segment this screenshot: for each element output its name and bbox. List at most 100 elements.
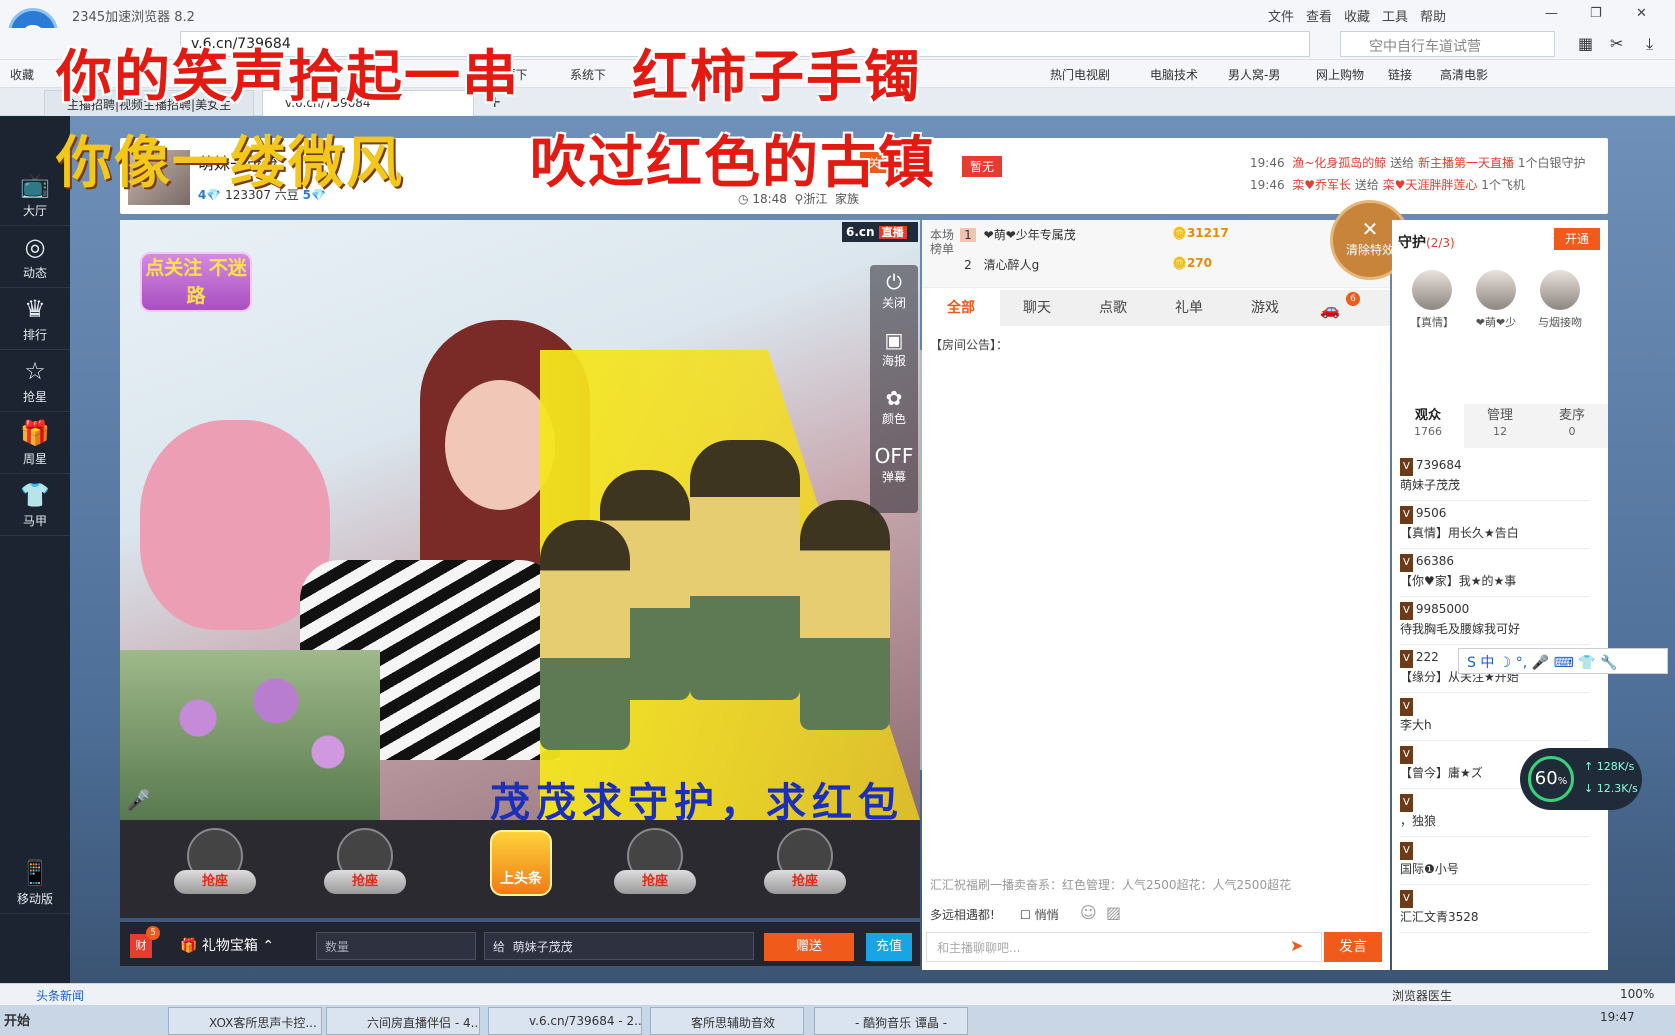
menu-view[interactable]: 查看 <box>1306 6 1332 25</box>
chat-tab[interactable]: 礼单 <box>1150 290 1228 326</box>
nav-label: 移动版 <box>16 892 53 906</box>
fav-item[interactable]: 收藏 <box>10 66 34 83</box>
menu-file[interactable]: 文件 <box>1268 6 1294 25</box>
level-badge: V <box>1400 506 1413 524</box>
audience-tab[interactable]: 管理 12 <box>1464 404 1536 448</box>
fav-item[interactable]: 高清电影 <box>1440 66 1488 83</box>
rank-row[interactable]: 2 清心醉人g 🪙270 <box>960 256 1380 273</box>
news-link[interactable]: 头条新闻 <box>36 987 84 1004</box>
nav-label: 排行 <box>22 328 47 342</box>
video-control[interactable]: OFF 弹幕 <box>870 444 918 485</box>
list-item[interactable]: V 汇汇文青3528 <box>1400 888 1590 933</box>
to-all-select[interactable]: 多远相遇都! <box>930 906 995 923</box>
nav-item[interactable]: 📱 移动版 <box>0 848 70 914</box>
grab-seat[interactable]: 抢座 <box>610 828 700 910</box>
grab-seat[interactable]: 抢座 <box>320 828 410 910</box>
feed-to[interactable]: 栾♥天涯胖胖莲心 <box>1383 178 1478 192</box>
minimize-icon[interactable]: — <box>1545 6 1558 21</box>
taskbar-item[interactable]: v.6.cn/739684 - 2... <box>488 1007 642 1035</box>
gift-feed-row: 19:46 渔~化身孤岛的鲸 送给 新主播第一天直播 1个白银守护 <box>1250 154 1585 171</box>
fav-item[interactable]: 网上购物 <box>1316 66 1364 83</box>
video-control[interactable]: ✿ 颜色 <box>870 386 918 427</box>
scissors-icon[interactable]: ✂ <box>1610 34 1623 53</box>
chat-input[interactable]: 和主播聊聊吧... <box>926 932 1322 962</box>
list-item[interactable]: V 李大h <box>1400 696 1590 741</box>
taskbar-item[interactable]: XOX客所思声卡控... <box>168 1007 322 1035</box>
lyric-line1-a: 你的笑声拾起一串 <box>56 44 520 110</box>
chat-tab[interactable]: 全部 <box>922 290 1000 326</box>
send-arrow-icon[interactable]: ➤ <box>1290 936 1303 955</box>
chat-tab[interactable]: 游戏 <box>1226 290 1304 326</box>
microphone-icon[interactable]: 🎤 <box>126 788 151 812</box>
audience-tab-count: 0 <box>1568 425 1576 438</box>
menu-favorites[interactable]: 收藏 <box>1344 6 1370 25</box>
grab-seat[interactable]: 抢座 <box>760 828 850 910</box>
fav-item[interactable]: 链接 <box>1388 66 1412 83</box>
charge-button[interactable]: 充值 <box>866 933 912 961</box>
nav-item[interactable]: ♛ 排行 <box>0 284 70 350</box>
car-icon[interactable]: 🚗 <box>1320 300 1340 319</box>
guard-member[interactable]: 【真情】 <box>1402 270 1462 330</box>
mobile-icon: 📱 <box>20 859 50 887</box>
control-label: 颜色 <box>881 412 906 426</box>
maximize-icon[interactable]: ❐ <box>1590 6 1602 21</box>
close-icon[interactable]: ✕ <box>1636 6 1647 21</box>
audience-tab[interactable]: 观众 1766 <box>1392 404 1464 448</box>
nav-item[interactable]: ◎ 动态 <box>0 222 70 288</box>
list-item[interactable]: V 9985000 待我胸毛及腰嫁我可好 <box>1400 600 1590 645</box>
taskbar-item[interactable]: 六间房直播伴侣 - 4.... <box>326 1007 480 1035</box>
level-badge: V <box>1400 554 1413 572</box>
guard-member[interactable]: 与烟接吻 <box>1530 270 1590 330</box>
grid-icon[interactable]: ▦ <box>1578 34 1593 53</box>
headline-button[interactable]: 上头条 <box>490 830 552 896</box>
fav-item[interactable]: 电脑技术 <box>1150 66 1198 83</box>
send-gift-button[interactable]: 赠送 <box>764 933 854 961</box>
nav-item[interactable]: 👕 马甲 <box>0 470 70 536</box>
speed-widget[interactable]: 60% ↑ 128K/s ↓ 12.3K/s <box>1520 748 1642 810</box>
list-item[interactable]: V 9506 【真情】用长久★告白 <box>1400 504 1590 549</box>
audience-name: 汇汇文青3528 <box>1400 910 1479 924</box>
menu-tools[interactable]: 工具 <box>1382 6 1408 25</box>
browser-doctor[interactable]: 浏览器医生 <box>1392 987 1452 1004</box>
audience-tab[interactable]: 麦序 0 <box>1536 404 1608 448</box>
gift-recipient-select[interactable]: 给 萌妹子茂茂 <box>484 932 754 960</box>
fav-item[interactable]: 热门电视剧 <box>1050 66 1110 83</box>
taskbar-item[interactable]: - 酷狗音乐 谭晶 - <box>814 1007 968 1035</box>
fav-item[interactable]: 男人窝-男 <box>1228 66 1280 83</box>
ime-toolbar[interactable]: S 中 ☽ °, 🎤 ⌨ 👕 🔧 <box>1458 648 1668 674</box>
gift-quantity-input[interactable]: 数量 <box>316 932 476 960</box>
grab-seat[interactable]: 抢座 <box>170 828 260 910</box>
taskbar-item[interactable]: 客所思辅助音效 <box>650 1007 804 1035</box>
feed-to[interactable]: 新主播第一天直播 <box>1418 156 1514 170</box>
nav-item[interactable]: 🎁 周星 <box>0 408 70 474</box>
audience-name: 李大h <box>1400 718 1432 732</box>
video-control[interactable]: ⏻ 关闭 <box>870 270 918 311</box>
nav-item[interactable]: ☆ 抢星 <box>0 346 70 412</box>
rank-row[interactable]: 1 ❤萌❤少年专属茂 🪙31217 <box>960 226 1380 243</box>
zoom-level[interactable]: 100% <box>1620 987 1654 1001</box>
treasure-box[interactable]: 🎁 礼物宝箱 ⌃ <box>180 935 274 955</box>
feed-from[interactable]: 渔~化身孤岛的鲸 <box>1292 156 1386 170</box>
feed-from[interactable]: 栾♥乔军长 <box>1292 178 1351 192</box>
car-badge: 6 <box>1346 292 1360 306</box>
rank-title: 本场榜单 <box>930 228 955 256</box>
whisper-toggle[interactable]: ☐ 悄悄 <box>1020 906 1059 923</box>
chat-tab[interactable]: 聊天 <box>998 290 1076 326</box>
video-control[interactable]: ▣ 海报 <box>870 328 918 369</box>
image-icon[interactable]: ▨ <box>1106 903 1121 922</box>
chat-tab[interactable]: 点歌 <box>1074 290 1152 326</box>
open-guard-button[interactable]: 开通 <box>1554 228 1600 250</box>
avatar <box>1540 270 1580 310</box>
search-input[interactable]: 空中自行车道试营 <box>1340 31 1555 57</box>
download-icon[interactable]: ⤓ <box>1646 34 1653 54</box>
send-message-button[interactable]: 发言 <box>1324 932 1382 962</box>
emoji-icon[interactable]: ☺ <box>1080 903 1097 922</box>
list-item[interactable]: V 66386 【你♥家】我★的★事 <box>1400 552 1590 597</box>
list-item[interactable]: V 国际❶小号 <box>1400 840 1590 885</box>
list-item[interactable]: V 739684 萌妹子茂茂 <box>1400 456 1590 501</box>
start-button[interactable]: 开始 <box>4 1010 30 1029</box>
fav-item[interactable]: 系统下 <box>570 66 606 83</box>
seat-label: 抢座 <box>614 870 696 894</box>
guard-member[interactable]: ❤萌❤少 <box>1466 270 1526 330</box>
menu-help[interactable]: 帮助 <box>1420 6 1446 25</box>
